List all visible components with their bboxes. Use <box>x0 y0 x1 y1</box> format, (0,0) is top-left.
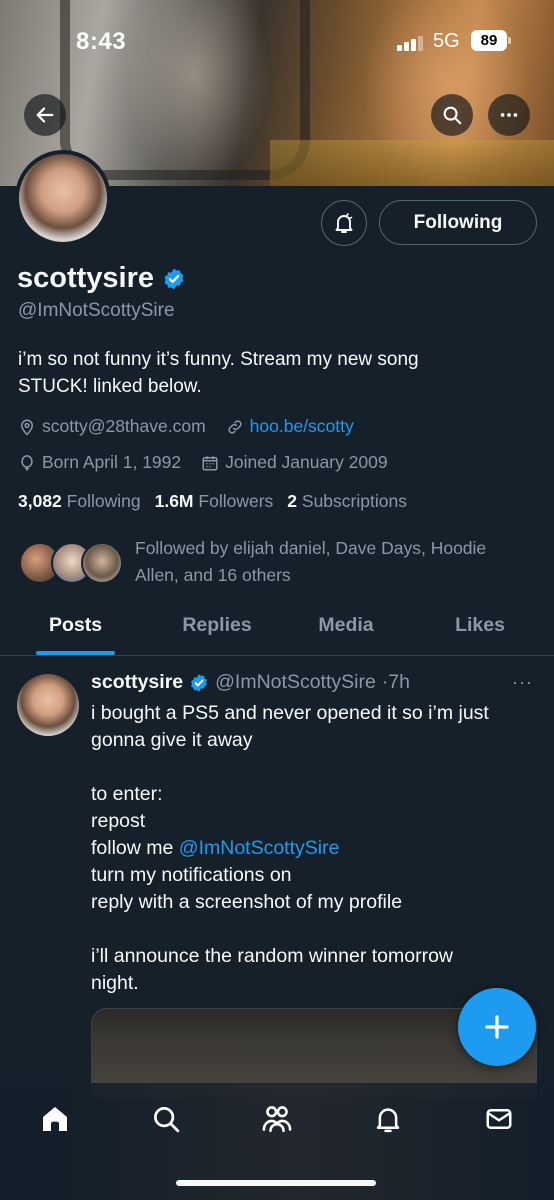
post-text-line: repost <box>91 810 146 832</box>
profile-birthday: Born April 1, 1992 <box>42 452 182 472</box>
location-icon <box>20 419 34 436</box>
post-mention-link[interactable]: @ImNotScottySire <box>179 837 340 859</box>
notifications-button[interactable] <box>321 200 367 246</box>
post-author-avatar[interactable] <box>17 674 79 736</box>
profile-counts: 3,082 Following 1.6M Followers 2 Subscri… <box>18 491 407 512</box>
communities-icon <box>262 1106 292 1133</box>
following-label: Following <box>66 491 141 511</box>
network-type: 5G <box>433 30 460 52</box>
post-time: ·7h <box>381 671 410 693</box>
post-author-handle: @ImNotScottySire <box>215 671 376 693</box>
cellular-signal-icon <box>397 35 425 51</box>
arrow-left-icon <box>36 107 54 123</box>
profile-name-row: scottysire <box>17 262 186 295</box>
bio-line: i’m so not funny it’s funny. Stream my n… <box>18 349 419 370</box>
search-button[interactable] <box>431 94 473 136</box>
active-tab-indicator <box>36 651 115 655</box>
nav-home[interactable] <box>38 1102 72 1136</box>
profile-website-link[interactable]: hoo.be/scotty <box>250 416 354 437</box>
nav-notifications[interactable] <box>371 1102 405 1136</box>
followed-by-text[interactable]: Followed by elijah daniel, Dave Days, Ho… <box>135 535 535 589</box>
tab-likes[interactable]: Likes <box>447 614 513 637</box>
nav-communities[interactable] <box>260 1102 294 1136</box>
following-button[interactable]: Following <box>379 200 537 245</box>
more-button[interactable] <box>488 94 530 136</box>
subscriptions-count-link[interactable]: 2 Subscriptions <box>287 491 407 512</box>
calendar-icon <box>202 455 218 470</box>
verified-badge-icon[interactable] <box>162 267 186 291</box>
following-count: 3,082 <box>18 491 62 511</box>
plus-icon <box>485 1015 509 1039</box>
status-time: 8:43 <box>76 28 127 55</box>
post-text-fragment: follow me <box>91 837 179 859</box>
more-icon <box>500 113 518 117</box>
profile-joined: Joined January 2009 <box>225 452 388 472</box>
battery-icon: 89 <box>471 30 511 51</box>
post-text-line: gonna give it away <box>91 729 253 751</box>
profile-name: scottysire <box>17 262 155 294</box>
profile-meta-row-2: Born April 1, 1992 Joined January 2009 <box>18 452 388 473</box>
subscriptions-count: 2 <box>287 491 298 511</box>
bio-line: STUCK! linked below. <box>18 376 202 397</box>
nav-search[interactable] <box>149 1102 183 1136</box>
post-text-line: to enter: <box>91 783 163 805</box>
post-more-icon[interactable]: ··· <box>512 672 533 693</box>
link-icon <box>228 419 242 434</box>
post-author-name[interactable]: scottysire <box>91 671 183 694</box>
search-icon <box>154 1107 180 1133</box>
post-text-line: i bought a PS5 and never opened it so i’… <box>91 702 489 724</box>
verified-badge-icon <box>191 673 208 692</box>
nav-messages[interactable] <box>482 1102 516 1136</box>
envelope-icon <box>486 1109 512 1129</box>
post-header: scottysire @ImNotScottySire ·7h <box>91 671 410 694</box>
followers-count: 1.6M <box>154 491 194 511</box>
home-icon <box>43 1107 67 1131</box>
balloon-icon <box>21 454 33 471</box>
profile-avatar[interactable] <box>15 150 111 246</box>
home-indicator <box>176 1180 376 1186</box>
profile-bio: i’m so not funny it’s funny. Stream my n… <box>18 346 518 400</box>
search-icon <box>443 106 462 125</box>
post-text-line: i’ll announce the random winner tomorrow <box>91 945 454 967</box>
tab-replies[interactable]: Replies <box>172 614 262 637</box>
status-bar: 8:43 5G 89 <box>0 0 554 80</box>
post-text-line: night. <box>91 972 139 994</box>
profile-meta-row-1: scotty@28thave.com hoo.be/scotty <box>18 416 354 437</box>
post-text-line: turn my notifications on <box>91 864 292 886</box>
follower-avatar[interactable] <box>81 542 123 584</box>
profile-handle: @ImNotScottySire <box>18 300 175 321</box>
tab-posts[interactable]: Posts <box>36 614 115 637</box>
followed-by-line: Followed by elijah daniel, Dave Days, Ho… <box>135 538 487 558</box>
compose-button[interactable] <box>458 988 536 1066</box>
followed-by-line: Allen, and 16 others <box>135 565 291 585</box>
post-text-line: follow me @ImNotScottySire <box>91 837 339 860</box>
following-count-link[interactable]: 3,082 Following <box>18 491 141 512</box>
back-button[interactable] <box>24 94 66 136</box>
tab-media[interactable]: Media <box>306 614 386 637</box>
post-text-line: reply with a screenshot of my profile <box>91 891 403 913</box>
subscriptions-label: Subscriptions <box>301 491 407 511</box>
profile-tabs: Posts Replies Media Likes <box>0 600 554 656</box>
profile-location: scotty@28thave.com <box>42 416 206 436</box>
bell-icon <box>335 213 353 233</box>
bell-icon <box>376 1108 400 1133</box>
followers-count-link[interactable]: 1.6M Followers <box>155 491 274 512</box>
followers-label: Followers <box>198 491 274 511</box>
